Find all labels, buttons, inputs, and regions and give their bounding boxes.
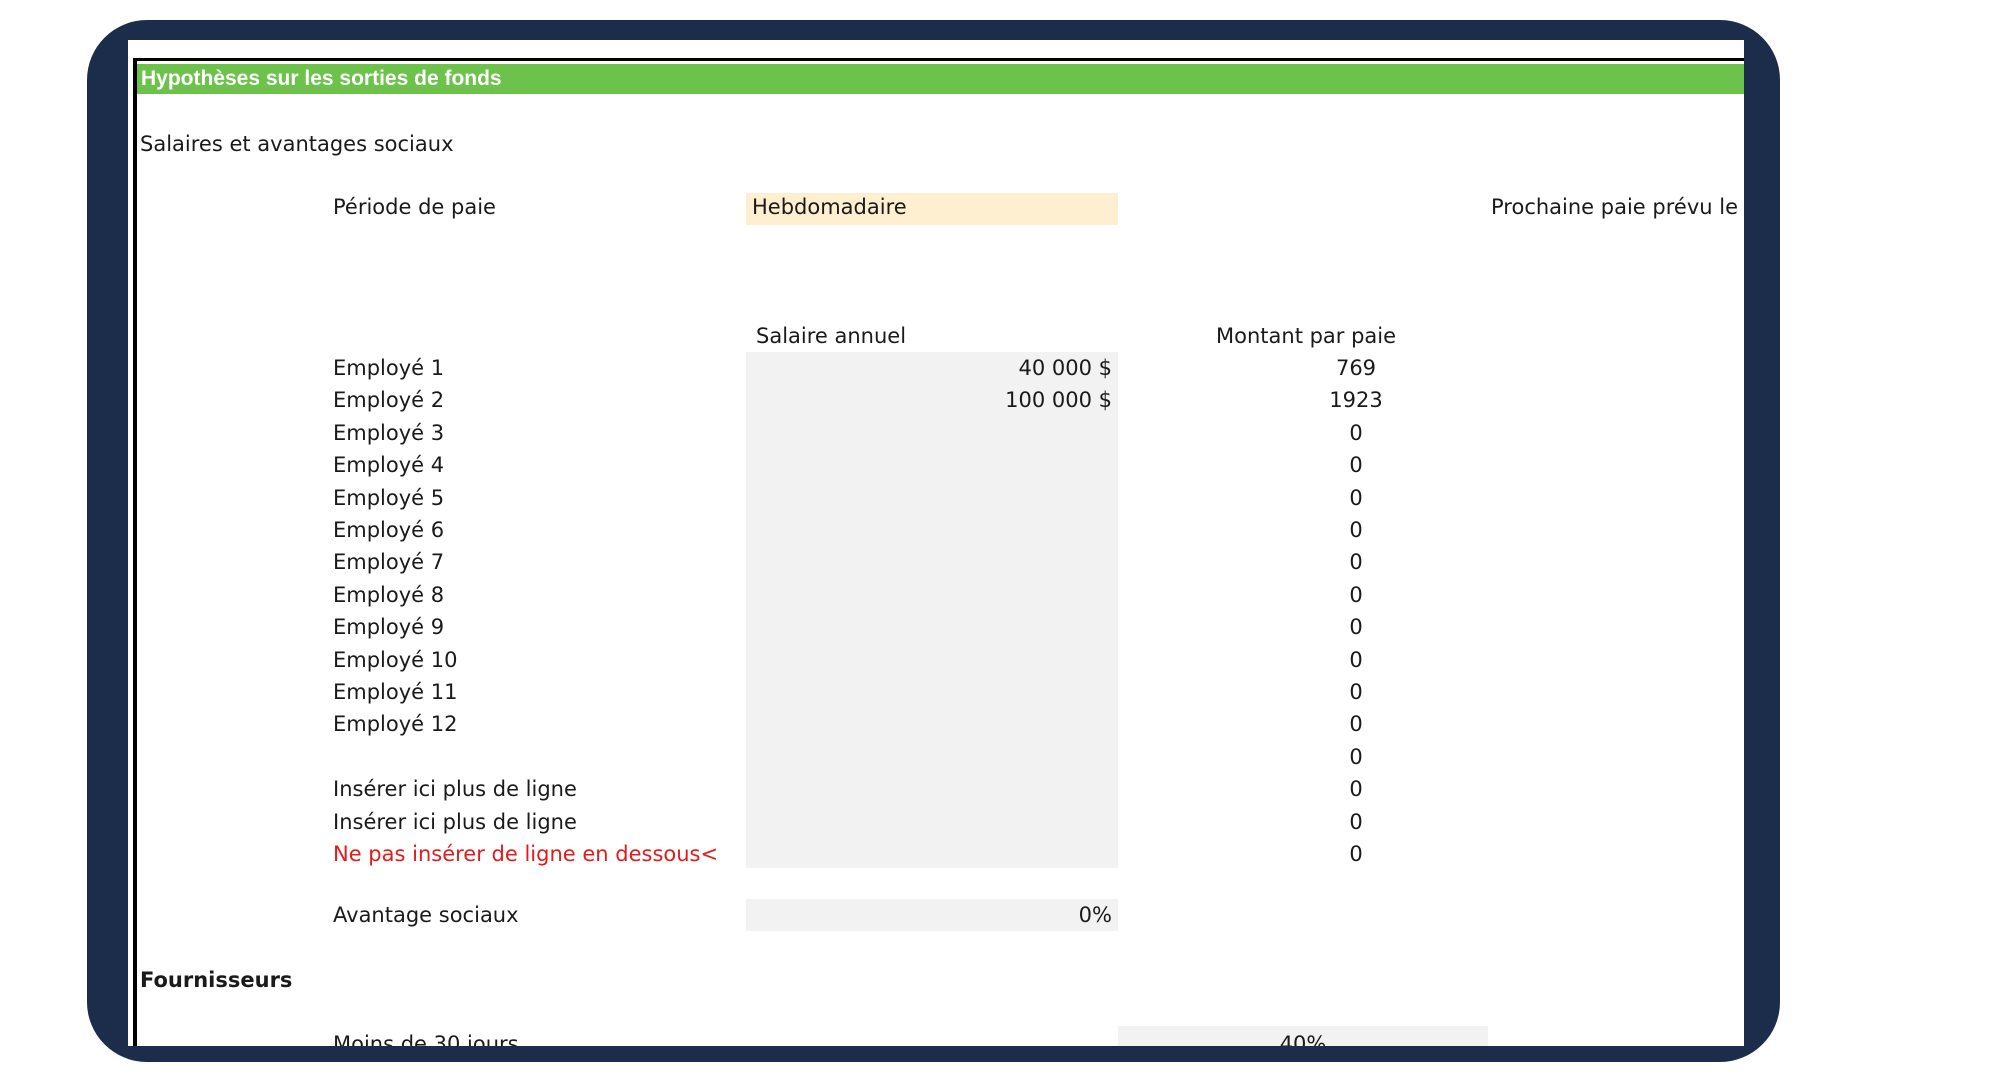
employee-name: Insérer ici plus de ligne (333, 777, 577, 801)
employee-name: Employé 7 (333, 550, 445, 574)
benefits-value: 0% (1078, 903, 1112, 927)
employee-name: Employé 5 (333, 486, 445, 510)
section-title: Hypothèses sur les sorties de fonds (141, 67, 502, 90)
employee-amount-per-pay: 0 (1349, 680, 1363, 704)
employee-amount-per-pay: 0 (1349, 712, 1363, 736)
employee-name: Employé 8 (333, 583, 445, 607)
supplier-row-value: 40% (1279, 1032, 1327, 1046)
employee-amount-per-pay: 0 (1349, 745, 1363, 769)
spreadsheet-screen: Hypothèses sur les sorties de fonds Sala… (128, 40, 1744, 1046)
salary-input-area[interactable] (746, 352, 1118, 868)
employee-name: Employé 4 (333, 453, 445, 477)
employee-name: Employé 10 (333, 648, 458, 672)
sheet-left-border (133, 58, 137, 1046)
employee-amount-per-pay: 0 (1349, 777, 1363, 801)
employee-amount-per-pay: 0 (1349, 615, 1363, 639)
employee-name: Employé 9 (333, 615, 445, 639)
supplier-row-label: Moins de 30 jours (333, 1032, 519, 1046)
employee-name: Insérer ici plus de ligne (333, 810, 577, 834)
employee-name: Employé 3 (333, 421, 445, 445)
salaries-heading: Salaires et avantages sociaux (140, 132, 454, 156)
employee-amount-per-pay: 0 (1349, 486, 1363, 510)
employee-name: Employé 11 (333, 680, 458, 704)
employee-name: Employé 12 (333, 712, 458, 736)
suppliers-heading: Fournisseurs (140, 968, 293, 992)
employee-name: Employé 1 (333, 356, 445, 380)
sheet-top-border (133, 58, 1744, 61)
employee-salary[interactable]: 40 000 $ (746, 352, 1112, 384)
pay-period-value: Hebdomadaire (752, 195, 907, 219)
employee-name: Employé 6 (333, 518, 445, 542)
employee-amount-per-pay: 0 (1349, 583, 1363, 607)
employee-amount-per-pay: 769 (1335, 356, 1377, 380)
employee-amount-per-pay: 0 (1349, 453, 1363, 477)
employee-amount-per-pay: 0 (1349, 842, 1363, 866)
benefits-label: Avantage sociaux (333, 903, 519, 927)
employee-amount-per-pay: 1923 (1329, 388, 1383, 412)
employee-name: Employé 2 (333, 388, 445, 412)
employee-salary[interactable]: 100 000 $ (746, 384, 1112, 416)
employee-name: Ne pas insérer de ligne en dessous< (333, 842, 719, 866)
employee-amount-per-pay: 0 (1349, 648, 1363, 672)
employee-amount-per-pay: 0 (1349, 518, 1363, 542)
pay-period-label: Période de paie (333, 195, 496, 219)
employee-amount-per-pay: 0 (1349, 810, 1363, 834)
employee-amount-per-pay: 0 (1349, 421, 1363, 445)
next-pay-label: Prochaine paie prévu le (1491, 195, 1738, 219)
annual-salary-header: Salaire annuel (756, 324, 907, 348)
employee-amount-per-pay: 0 (1349, 550, 1363, 574)
amount-per-pay-header: Montant par paie (1216, 324, 1397, 348)
